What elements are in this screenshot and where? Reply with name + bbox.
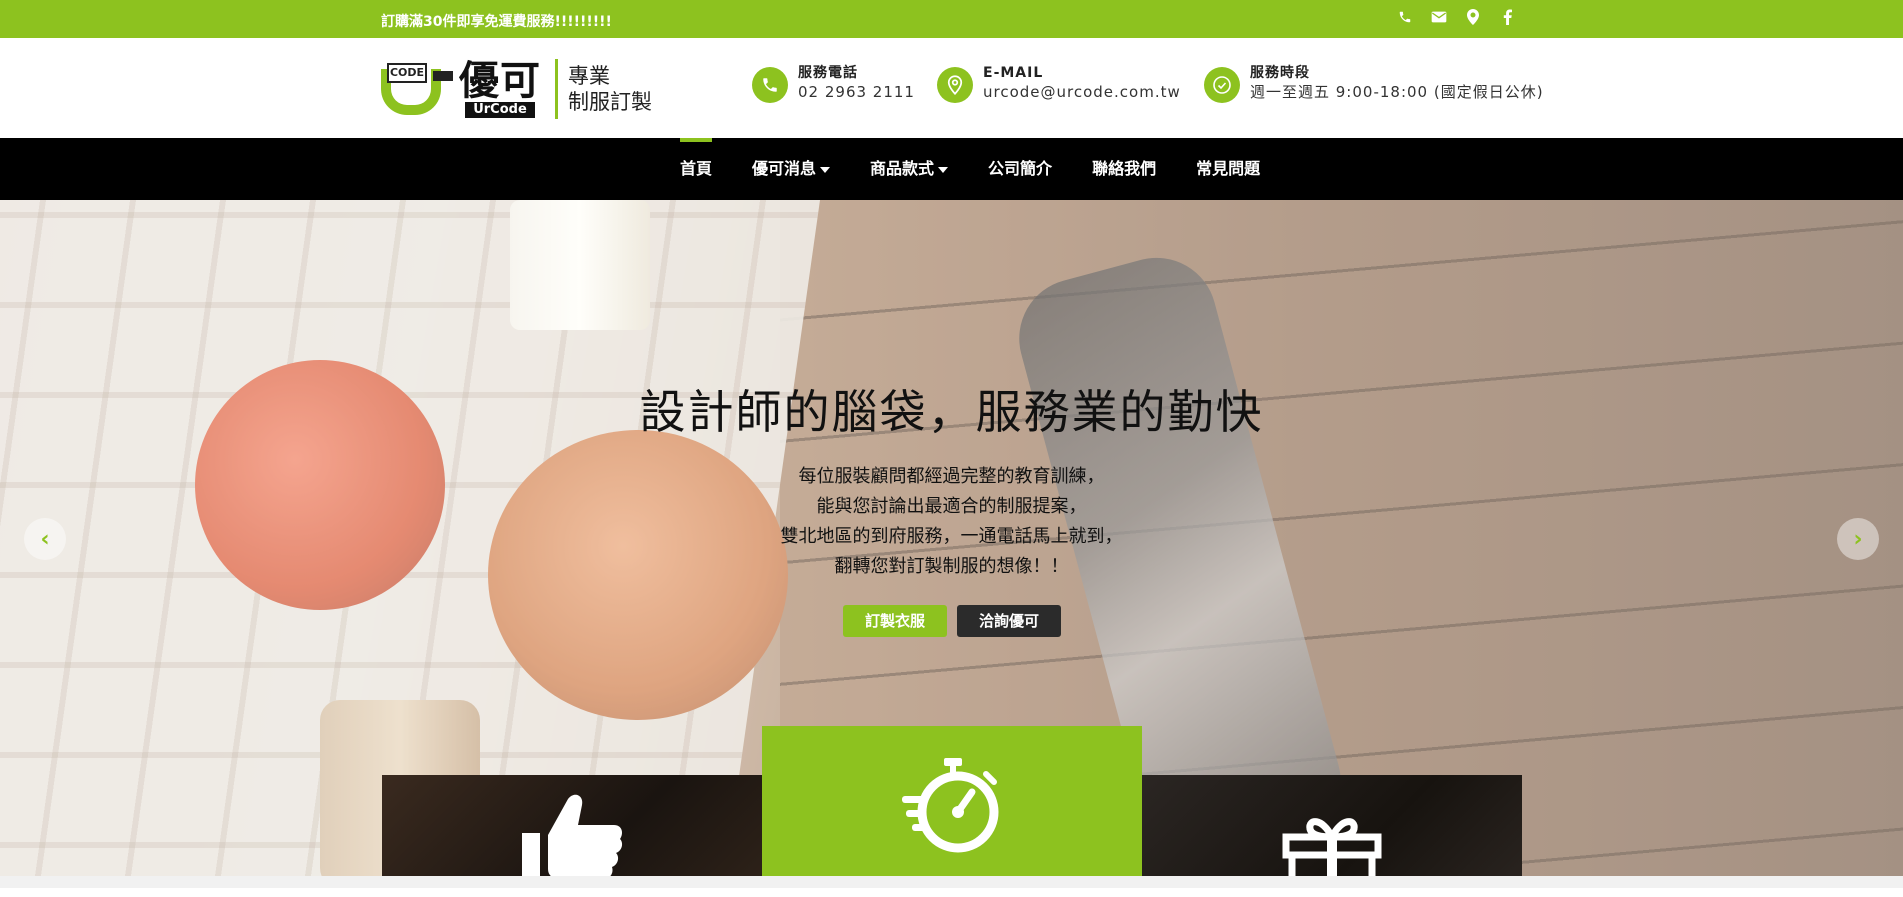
top-bar: 訂購滿30件即享免運費服務!!!!!!!!! xyxy=(0,0,1903,38)
hero-desc-line: 雙北地區的到府服務，一通電話馬上就到， xyxy=(780,526,1123,547)
custom-order-button[interactable]: 訂製衣服 xyxy=(843,605,948,637)
envelope-icon[interactable] xyxy=(1428,6,1450,28)
tagline-line2: 制服訂製 xyxy=(568,90,652,114)
nav-item-faq[interactable]: 常見問題 xyxy=(1176,138,1280,200)
logo-code-text: CODE xyxy=(387,63,427,83)
logo-en: UrCode xyxy=(465,102,535,118)
nav-item-news[interactable]: 優可消息 xyxy=(732,138,850,200)
phone-icon xyxy=(752,67,788,103)
logo-divider xyxy=(555,59,558,119)
caret-down-icon xyxy=(820,166,831,173)
tagline-line1: 專業 xyxy=(568,64,610,88)
hero-desc-line: 能與您討論出最適合的制服提案， xyxy=(816,496,1087,517)
logo-wordmark: 優可 UrCode xyxy=(459,60,541,118)
section-divider xyxy=(0,876,1903,888)
header: CODE 優可 UrCode 專業 制服訂製 服務電話 02 2963 2111… xyxy=(0,38,1903,138)
main-nav: 首頁 優可消息 商品款式 公司簡介 聯絡我們 常見問題 xyxy=(0,138,1903,200)
phone-value[interactable]: 02 2963 2111 xyxy=(798,82,915,103)
slider-prev-arrow[interactable]: ‹ xyxy=(24,518,66,560)
phone-icon[interactable] xyxy=(1394,6,1416,28)
hero-desc-line: 翻轉您對訂製制服的想像！！ xyxy=(834,556,1069,577)
logo-mark: CODE xyxy=(381,63,469,115)
site-logo[interactable]: CODE 優可 UrCode 專業 制服訂製 xyxy=(381,58,652,120)
nav-item-contact[interactable]: 聯絡我們 xyxy=(1072,138,1176,200)
feature-tile-quality[interactable] xyxy=(382,775,762,891)
social-icons xyxy=(1394,6,1518,28)
logo-tagline: 專業 制服訂製 xyxy=(568,63,652,115)
hero-desc-line: 每位服裝顧問都經過完整的教育訓練， xyxy=(798,466,1105,487)
hero-description: 每位服裝顧問都經過完整的教育訓練， 能與您討論出最適合的制服提案， 雙北地區的到… xyxy=(0,462,1903,582)
email-label: E-MAIL xyxy=(983,65,1044,81)
contact-email: E-MAIL urcode@urcode.com.tw xyxy=(937,64,1181,103)
caret-down-icon xyxy=(938,166,949,173)
logo-u-hook xyxy=(433,71,453,81)
logo-name: 優可 xyxy=(459,58,541,104)
stopwatch-icon xyxy=(762,754,1142,862)
inquire-button[interactable]: 洽詢優可 xyxy=(957,605,1062,637)
nav-item-home[interactable]: 首頁 xyxy=(660,138,732,200)
feature-tile-gift[interactable] xyxy=(1142,775,1522,897)
clock-icon xyxy=(1204,67,1240,103)
hours-value: 週一至週五 9:00-18:00 (國定假日公休) xyxy=(1250,83,1544,101)
email-value[interactable]: urcode@urcode.com.tw xyxy=(983,82,1181,103)
nav-item-products[interactable]: 商品款式 xyxy=(850,138,968,200)
map-marker-icon xyxy=(937,67,973,103)
facebook-icon[interactable] xyxy=(1496,6,1518,28)
hero-headline: 設計師的腦袋，服務業的勤快 xyxy=(639,385,1264,439)
map-marker-icon[interactable] xyxy=(1462,6,1484,28)
contact-hours: 服務時段 週一至週五 9:00-18:00 (國定假日公休) xyxy=(1204,64,1544,103)
slider-next-arrow[interactable]: › xyxy=(1837,518,1879,560)
contact-phone: 服務電話 02 2963 2111 xyxy=(752,64,915,103)
hero-buttons: 訂製衣服 洽詢優可 xyxy=(843,605,1062,637)
promo-text: 訂購滿30件即享免運費服務!!!!!!!!! xyxy=(381,14,612,30)
phone-label: 服務電話 xyxy=(798,65,858,81)
nav-list: 首頁 優可消息 商品款式 公司簡介 聯絡我們 常見問題 xyxy=(660,138,1280,200)
hours-label: 服務時段 xyxy=(1250,65,1310,81)
nav-item-about[interactable]: 公司簡介 xyxy=(968,138,1072,200)
feature-tile-fast[interactable] xyxy=(762,726,1142,888)
